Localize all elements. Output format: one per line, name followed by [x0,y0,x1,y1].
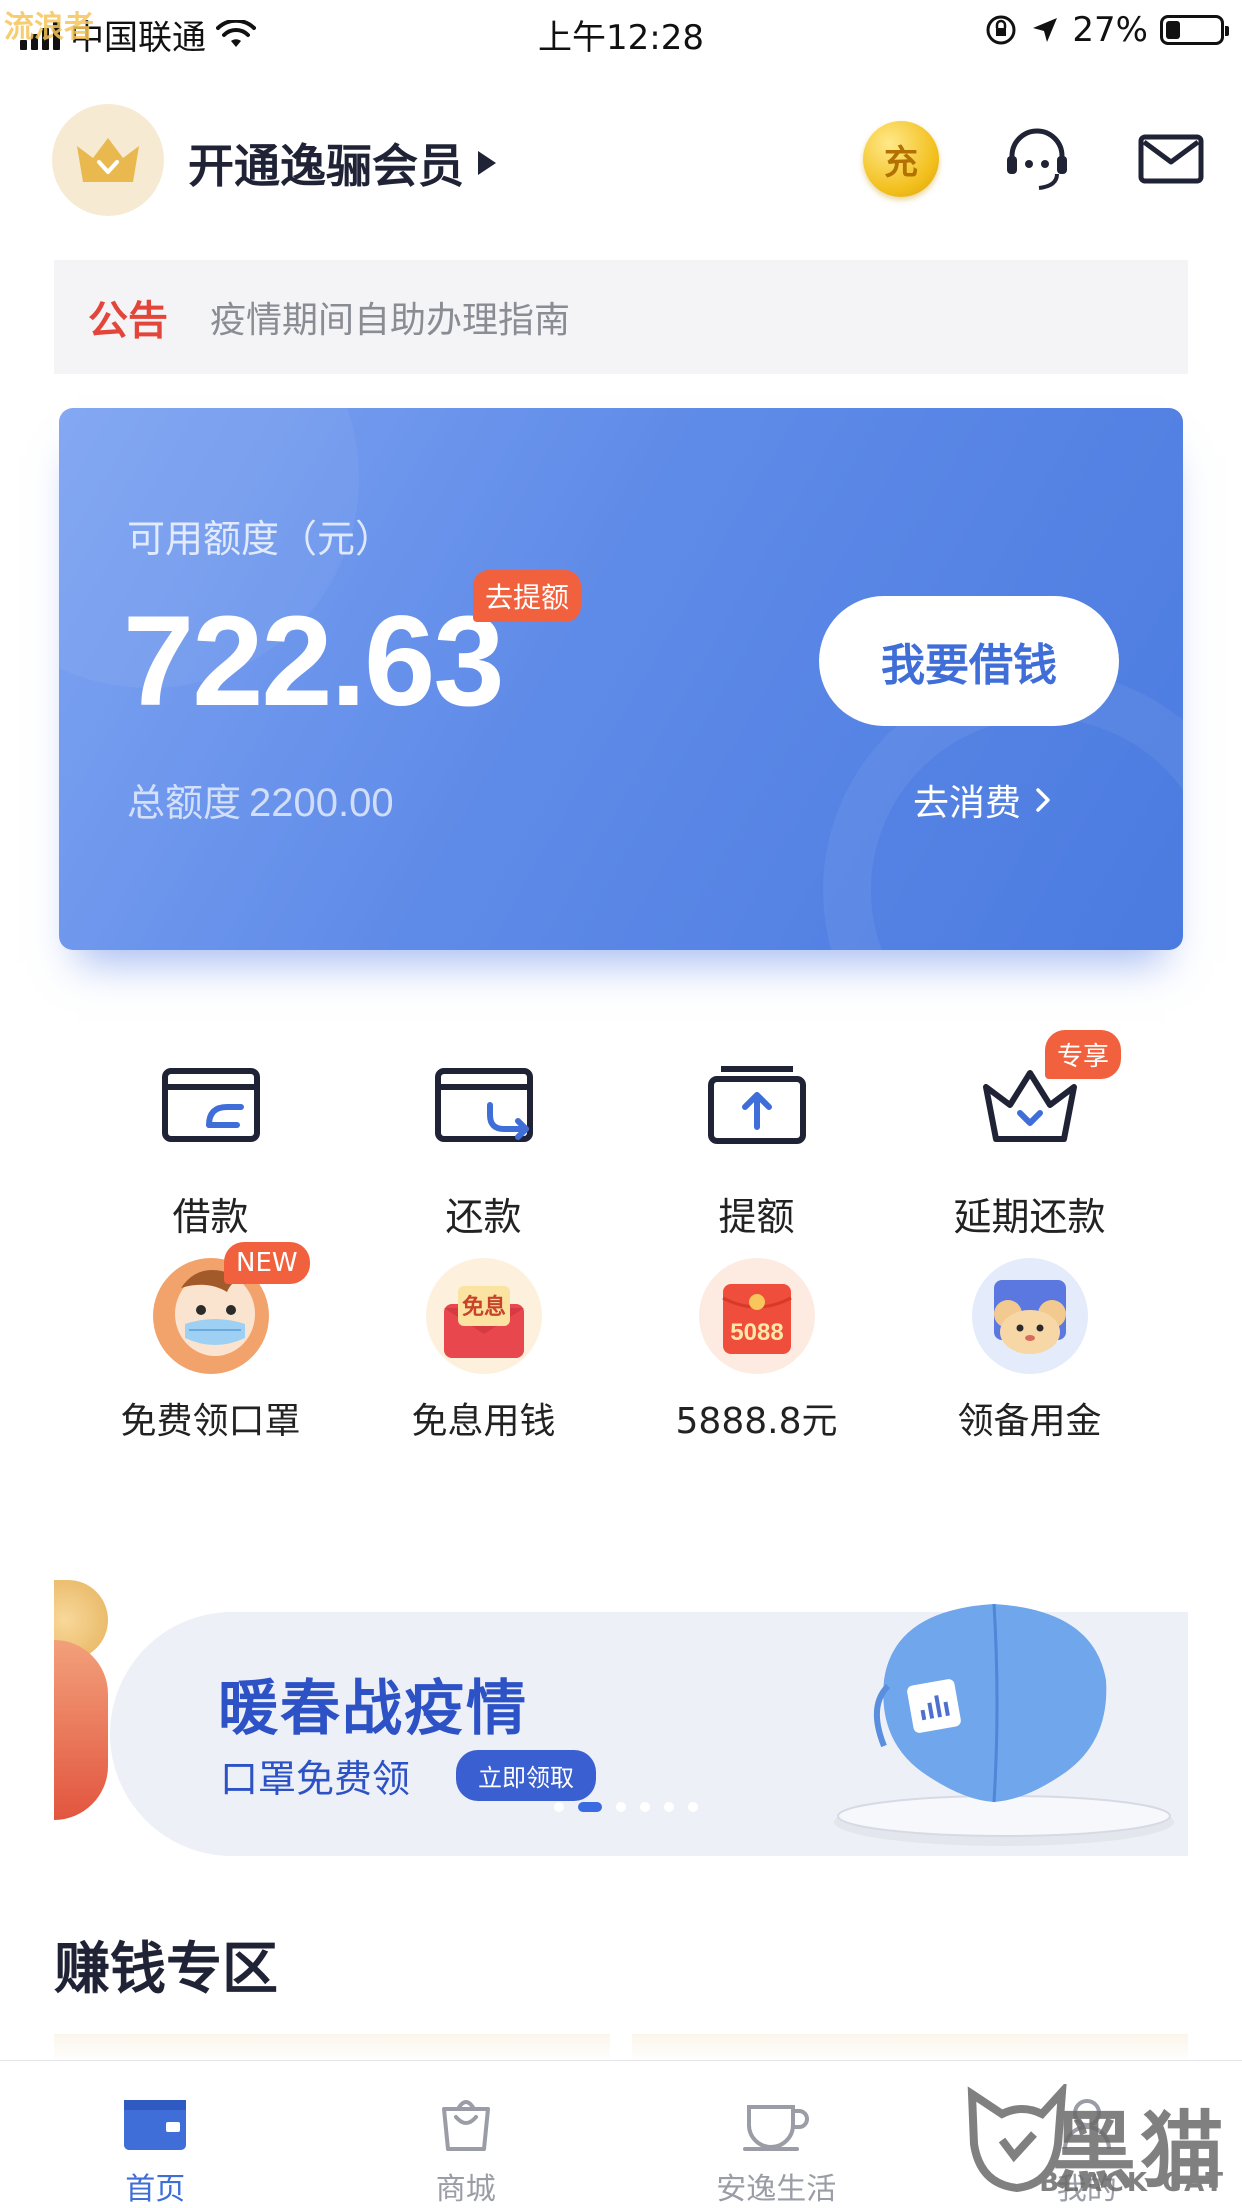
tab-life[interactable]: 安逸生活 [621,2061,932,2208]
mouse-mascot-icon [971,1258,1088,1374]
header: 开通逸骊会员 充 [52,100,1204,220]
arrow-right-icon [478,151,496,175]
vip-label: 开通逸骊会员 [188,139,464,193]
shortcut-label: 还款 [445,1195,522,1239]
promo-free-mask[interactable]: 免费领口罩 NEW [74,1242,347,1444]
tab-label: 安逸生活 [716,2172,837,2207]
carousel-dot[interactable] [578,1802,602,1812]
carousel-dot[interactable] [554,1802,564,1812]
promo-label: 5888.8元 [675,1401,838,1442]
promo-red-envelope[interactable]: 5088 5888.8元 [620,1258,893,1444]
total-limit-label: 总额度 [127,781,242,825]
banner-title: 暖春战疫情 [218,1674,528,1744]
status-bar: 中国联通 流浪者 上午12:28 27% [0,0,1242,62]
banner-claim-button[interactable]: 立即领取 [456,1750,596,1801]
rotation-lock-icon [986,15,1016,45]
carousel-indicator [554,1802,698,1812]
shortcut-label: 借款 [172,1195,249,1239]
exclusive-badge: 专享 [1045,1030,1122,1079]
shortcut-borrow[interactable]: 借款 [74,1060,347,1241]
battery-percent: 27% [1072,10,1148,50]
promo-label: 领备用金 [957,1401,1102,1442]
carousel-dot[interactable] [640,1802,650,1812]
envelope-text: 免息 [461,1294,505,1320]
red-envelope-icon: 5088 [698,1258,815,1374]
cup-icon [743,2104,810,2151]
messages-button[interactable] [1128,116,1214,202]
section-title: 赚钱专区 [54,1937,278,2002]
shortcut-row-promotions: 免费领口罩 NEW 免息 免息用钱 5088 5888.8元 领备用金 [74,1242,1242,1444]
status-right: 27% [984,10,1229,50]
location-icon [1033,18,1058,42]
chevron-right-icon [1036,788,1050,812]
go-shopping-link[interactable]: 去消费 [913,774,1051,826]
borrow-button[interactable]: 我要借钱 [819,596,1119,726]
shortcut-repay[interactable]: 还款 [347,1060,620,1241]
notice-text: 疫情期间自助办理指南 [210,300,571,341]
raise-limit-icon [707,1066,806,1144]
new-badge: NEW [224,1242,310,1284]
envelope-text: 5088 [730,1319,783,1346]
coin-icon: 充 [863,121,939,197]
notice-tag: 公告 [88,298,168,344]
available-limit-amount: 722.63 [123,590,504,733]
face-mask-illustration [834,1603,1174,1846]
go-shopping-label: 去消费 [913,783,1022,824]
headset-icon [1007,128,1067,190]
vip-membership-link[interactable]: 开通逸骊会员 [188,130,496,196]
crown-icon [77,138,139,182]
promo-reserve-fund[interactable]: 领备用金 [893,1258,1166,1444]
customer-service-button[interactable] [994,116,1080,202]
watermark-brand-en: BLACK CAT [1039,2168,1226,2198]
tab-home[interactable]: 首页 [0,2061,311,2208]
banner-subtitle: 口罩免费领 [220,1757,411,1801]
battery-icon [1160,15,1229,45]
carousel-dot[interactable] [664,1802,674,1812]
shortcut-raise-limit[interactable]: 提额 [620,1060,893,1241]
vip-crown-avatar[interactable] [52,104,164,216]
carousel-dot[interactable] [616,1802,626,1812]
available-limit-label: 可用额度（元） [127,517,394,561]
recharge-coin-button[interactable]: 充 [858,116,944,202]
mail-icon [1138,134,1204,184]
total-limit-amount: 2200.00 [249,781,394,825]
shopping-bag-icon [441,2099,490,2151]
tab-mall[interactable]: 商城 [311,2061,622,2208]
shortcut-label: 提额 [718,1195,795,1239]
tab-label: 商城 [435,2172,496,2207]
notice-bar[interactable]: 公告 疫情期间自助办理指南 [54,260,1188,374]
credit-limit-card: 可用额度（元） 722.63 去提额 总额度 2200.00 我要借钱 去消费 [59,408,1183,950]
promo-label: 免费领口罩 [120,1401,301,1442]
interest-free-envelope-icon: 免息 [425,1258,542,1374]
shortcut-row-primary: 借款 还款 提额 延期还款 专享 [74,1030,1242,1241]
tab-label: 首页 [125,2172,186,2207]
repay-card-icon [434,1068,533,1142]
promo-banner[interactable]: 暖春战疫情 口罩免费领 立即领取 [54,1580,1188,1856]
total-limit: 总额度 2200.00 [127,772,394,827]
wallet-icon [124,2099,187,2150]
promo-interest-free[interactable]: 免息 免息用钱 [347,1258,620,1444]
raise-limit-tag[interactable]: 去提额 [473,570,582,622]
shortcut-label: 延期还款 [953,1195,1106,1239]
bottom-tab-bar: 首页 商城 安逸生活 我的 黑猫 BLACK CAT [0,2060,1242,2208]
borrow-card-icon [161,1068,260,1142]
shortcut-deferred-repay[interactable]: 延期还款 专享 [893,1030,1166,1241]
promo-label: 免息用钱 [411,1401,556,1442]
blackcat-watermark: 黑猫 BLACK CAT [962,2074,1232,2204]
previous-slide-peek [54,1640,108,1820]
carousel-dot[interactable] [688,1802,698,1812]
